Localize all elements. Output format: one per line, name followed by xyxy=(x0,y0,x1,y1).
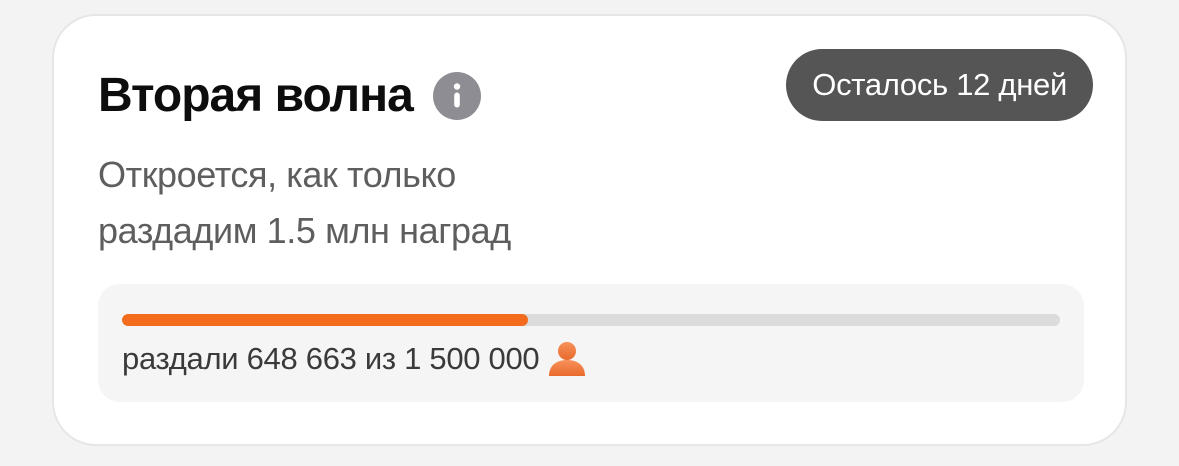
subtitle-line-2: раздадим 1.5 млн наград xyxy=(98,210,511,251)
days-left-badge: Осталось 12 дней xyxy=(786,49,1093,121)
progress-fill xyxy=(122,314,528,326)
progress-track xyxy=(122,314,1060,326)
info-icon-glyph xyxy=(453,83,460,108)
progress-label-row: раздали 648 663 из 1 500 000 xyxy=(122,339,587,379)
title-row: Вторая волна xyxy=(98,68,481,124)
info-icon[interactable] xyxy=(432,72,481,120)
wave-card: Вторая волна Осталось 12 дней Откроется,… xyxy=(52,14,1127,446)
person-icon xyxy=(549,342,586,376)
card-title: Вторая волна xyxy=(98,69,414,122)
progress-label: раздали 648 663 из 1 500 000 xyxy=(122,341,540,376)
progress-section: раздали 648 663 из 1 500 000 xyxy=(98,284,1084,402)
subtitle-line-1: Откроется, как только xyxy=(98,154,456,195)
card-subtitle: Откроется, как только раздадим 1.5 млн н… xyxy=(98,147,658,259)
